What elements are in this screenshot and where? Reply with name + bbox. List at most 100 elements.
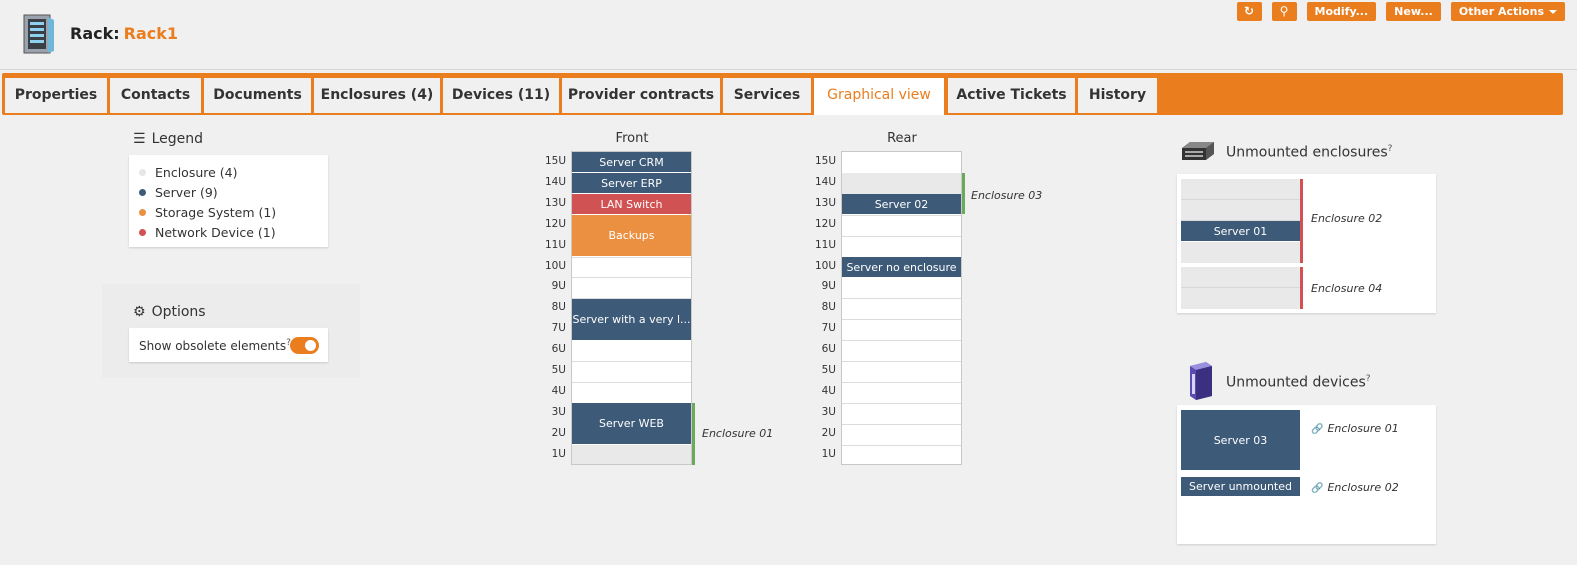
rack-unit-label: 6U bbox=[551, 343, 566, 356]
slot-divider bbox=[1181, 287, 1300, 288]
rack-unit-label: 14U bbox=[814, 175, 836, 188]
enclosure-02-block[interactable]: Server 01 bbox=[1181, 179, 1300, 263]
rack-unit-label: 5U bbox=[821, 364, 836, 376]
rack-unit-label: 3U bbox=[551, 405, 566, 418]
show-obsolete-toggle[interactable] bbox=[290, 337, 319, 354]
unmounted-enclosures-text: Unmounted enclosures bbox=[1226, 144, 1388, 161]
slot-divider bbox=[1181, 199, 1300, 200]
rack-unit-label: 1U bbox=[551, 447, 566, 460]
server-web[interactable]: Server WEB bbox=[572, 403, 691, 445]
new-button[interactable]: New... bbox=[1386, 2, 1441, 21]
rack-unit-label: 12U bbox=[544, 217, 566, 230]
show-obsolete-label: Show obsolete elements? bbox=[139, 338, 291, 353]
rack-unit-label: 15U bbox=[814, 155, 836, 167]
rack-unit-label: 11U bbox=[814, 238, 836, 251]
enclosure-03-marker bbox=[962, 173, 965, 214]
legend-item-server: Server (9) bbox=[139, 185, 218, 200]
tab-services[interactable]: Services bbox=[723, 78, 811, 113]
link-label: Enclosure 01 bbox=[1327, 422, 1399, 435]
page-title: Rack: Rack1 bbox=[70, 24, 178, 43]
rack-unit-label: 9U bbox=[551, 280, 566, 293]
server-crm[interactable]: Server CRM bbox=[572, 152, 691, 173]
help-icon[interactable]: ? bbox=[1366, 374, 1371, 384]
tab-devices[interactable]: Devices (11) bbox=[443, 78, 559, 113]
rack-unit-divider bbox=[842, 236, 961, 237]
enclosure-04-label[interactable]: Enclosure 04 bbox=[1311, 282, 1382, 295]
rack-unit-label: 12U bbox=[814, 217, 836, 230]
server-dot-icon bbox=[139, 189, 146, 196]
unmounted-enclosures-box: Server 01 Enclosure 02 Enclosure 04 bbox=[1177, 174, 1436, 313]
legend-item-enclosure: Enclosure (4) bbox=[139, 165, 237, 180]
tab-documents[interactable]: Documents bbox=[204, 78, 311, 113]
rack-unit-label: 4U bbox=[551, 384, 566, 397]
options-panel: ⚙ Options Show obsolete elements? bbox=[102, 284, 360, 378]
legend-label: Network Device (1) bbox=[155, 225, 276, 240]
tab-enclosures[interactable]: Enclosures (4) bbox=[314, 78, 440, 113]
legend-label: Storage System (1) bbox=[155, 205, 277, 220]
legend-title-text: Legend bbox=[151, 131, 203, 147]
tab-contacts[interactable]: Contacts bbox=[110, 78, 201, 113]
rack-unit-label: 2U bbox=[821, 426, 836, 439]
tab-history[interactable]: History bbox=[1078, 78, 1157, 113]
legend-item-storage: Storage System (1) bbox=[139, 205, 276, 220]
options-title-text: Options bbox=[151, 304, 206, 320]
list-icon: ☰ bbox=[133, 131, 146, 147]
link-icon: 🔗 bbox=[1311, 424, 1324, 435]
legend-item-network: Network Device (1) bbox=[139, 225, 276, 240]
modify-button[interactable]: Modify... bbox=[1306, 2, 1377, 21]
tab-active-tickets[interactable]: Active Tickets bbox=[948, 78, 1075, 113]
server-03[interactable]: Server 03 bbox=[1181, 410, 1300, 471]
rack-unit-label: 7U bbox=[821, 322, 836, 335]
rack-unit-divider bbox=[842, 403, 961, 404]
search-icon: ⚲ bbox=[1279, 4, 1289, 18]
other-actions-label: Other Actions bbox=[1458, 5, 1544, 18]
lan-switch[interactable]: LAN Switch bbox=[572, 194, 691, 215]
server-01[interactable]: Server 01 bbox=[1181, 221, 1300, 242]
rack-unit-divider bbox=[842, 382, 961, 383]
enclosure-04-block[interactable] bbox=[1181, 267, 1300, 309]
title-prefix: Rack: bbox=[70, 24, 120, 43]
tab-bar: Properties Contacts Documents Enclosures… bbox=[2, 73, 1563, 115]
rack-unit-divider bbox=[572, 382, 691, 383]
backups-storage[interactable]: Backups bbox=[572, 215, 691, 257]
search-button[interactable]: ⚲ bbox=[1271, 2, 1297, 21]
server-02[interactable]: Server 02 bbox=[842, 194, 961, 215]
legend-title: ☰ Legend bbox=[133, 131, 203, 147]
enclosure-icon bbox=[1182, 142, 1214, 160]
server-no-enclosure[interactable]: Server no enclosure bbox=[842, 257, 961, 278]
rack-unit-divider bbox=[842, 424, 961, 425]
server-unmounted[interactable]: Server unmounted bbox=[1181, 477, 1300, 497]
unmounted-devices-box: Server 03 🔗 Enclosure 01 Server unmounted… bbox=[1177, 405, 1436, 544]
enclosure-03-label[interactable]: Enclosure 03 bbox=[971, 189, 1042, 202]
rack-unit-divider bbox=[572, 277, 691, 278]
object-name: Rack1 bbox=[123, 24, 179, 43]
link-icon: 🔗 bbox=[1311, 483, 1324, 494]
rack-unit-label: 3U bbox=[821, 405, 836, 418]
tab-properties[interactable]: Properties bbox=[5, 78, 107, 113]
server-erp[interactable]: Server ERP bbox=[572, 173, 691, 194]
rack-unit-divider bbox=[842, 340, 961, 341]
rack-unit-label: 1U bbox=[821, 447, 836, 460]
server-03-link[interactable]: 🔗 Enclosure 01 bbox=[1311, 422, 1399, 435]
rack-unit-divider bbox=[842, 361, 961, 362]
rack-unit-divider bbox=[842, 298, 961, 299]
rack-unit-label: 13U bbox=[544, 196, 566, 209]
enclosure-02-label[interactable]: Enclosure 02 bbox=[1311, 212, 1382, 225]
tab-provider-contracts[interactable]: Provider contracts bbox=[562, 78, 720, 113]
rack-unit-label: 11U bbox=[544, 238, 566, 251]
rear-rack: Server 02 Server no enclosure bbox=[841, 151, 962, 465]
rack-unit-label: 13U bbox=[814, 196, 836, 209]
show-obsolete-text: Show obsolete elements bbox=[139, 339, 287, 353]
rack-unit-divider bbox=[842, 319, 961, 320]
help-icon[interactable]: ? bbox=[1388, 144, 1393, 154]
other-actions-button[interactable]: Other Actions bbox=[1450, 2, 1565, 21]
rack-unit-label: 8U bbox=[551, 301, 566, 314]
server-with-long-name[interactable]: Server with a very l... bbox=[572, 299, 691, 341]
action-buttons: ↻ ⚲ Modify... New... Other Actions bbox=[1236, 2, 1565, 21]
front-label: Front bbox=[615, 131, 649, 146]
server-unmounted-link[interactable]: 🔗 Enclosure 02 bbox=[1311, 481, 1399, 494]
enclosure-01-label[interactable]: Enclosure 01 bbox=[702, 427, 773, 440]
tab-graphical-view[interactable]: Graphical view bbox=[814, 78, 944, 115]
refresh-button[interactable]: ↻ bbox=[1236, 2, 1262, 21]
rack-unit-label: 5U bbox=[551, 364, 566, 376]
